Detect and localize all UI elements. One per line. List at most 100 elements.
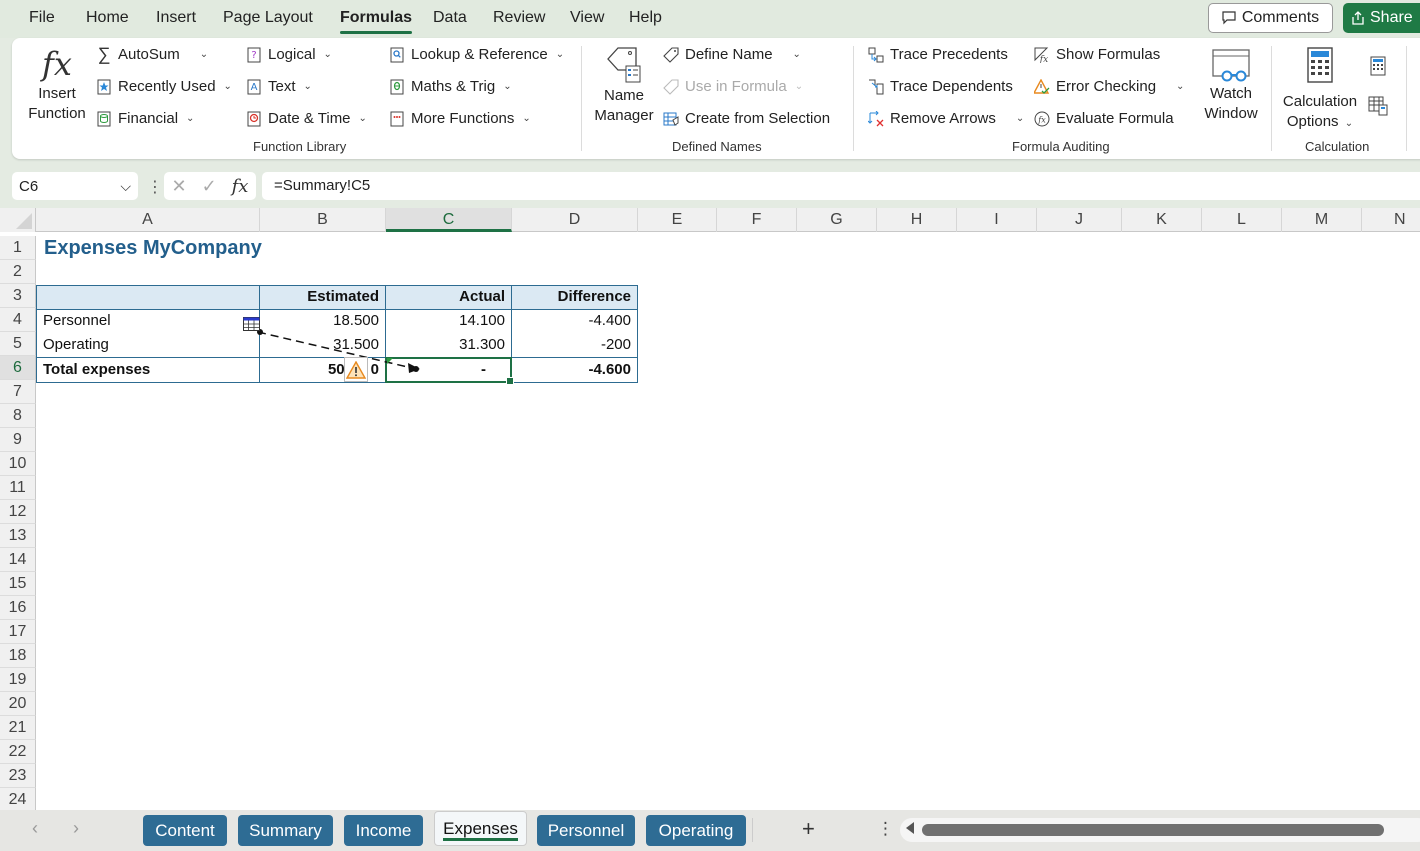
row-header[interactable]: 11 bbox=[0, 476, 36, 500]
sheet-tab-summary[interactable]: Summary bbox=[238, 815, 333, 846]
logical-button[interactable]: ? Logical ⌄ bbox=[246, 46, 332, 63]
date-time-button[interactable]: Date & Time ⌄ bbox=[246, 110, 367, 127]
add-sheet-button[interactable]: + bbox=[802, 816, 815, 842]
recently-used-label: Recently Used bbox=[118, 78, 216, 95]
row-header[interactable]: 10 bbox=[0, 452, 36, 476]
row-header[interactable]: 15 bbox=[0, 572, 36, 596]
maths-trig-button[interactable]: Maths & Trig ⌄ bbox=[389, 78, 512, 95]
define-name-button[interactable]: Define Name ⌄ bbox=[663, 46, 801, 63]
row-header[interactable]: 12 bbox=[0, 500, 36, 524]
row-header[interactable]: 22 bbox=[0, 740, 36, 764]
sheet-tab-personnel[interactable]: Personnel bbox=[537, 815, 635, 846]
trace-dependents-button[interactable]: Trace Dependents bbox=[868, 78, 1013, 95]
financial-button[interactable]: Financial ⌄ bbox=[96, 110, 194, 127]
row-header[interactable]: 9 bbox=[0, 428, 36, 452]
recently-used-button[interactable]: Recently Used ⌄ bbox=[96, 78, 232, 95]
book-logical-icon: ? bbox=[247, 47, 261, 62]
next-sheet-icon[interactable]: › bbox=[73, 818, 79, 839]
sheet-tab-operating[interactable]: Operating bbox=[646, 815, 746, 846]
text-button[interactable]: A Text ⌄ bbox=[246, 78, 312, 95]
calculator-icon bbox=[1307, 47, 1333, 83]
autosum-button[interactable]: ∑ AutoSum ⌄ bbox=[96, 44, 209, 64]
svg-text:A: A bbox=[251, 82, 258, 93]
menu-home[interactable]: Home bbox=[86, 9, 129, 27]
row-header[interactable]: 24 bbox=[0, 788, 36, 810]
watch-window-button[interactable]: Watch Window bbox=[1196, 48, 1266, 124]
name-manager-label-2: Manager bbox=[594, 107, 654, 124]
calculate-now-button[interactable] bbox=[1370, 56, 1386, 81]
use-in-formula-button[interactable]: Use in Formula ⌄ bbox=[663, 78, 803, 95]
share-button[interactable]: Share bbox=[1343, 3, 1420, 33]
row-header[interactable]: 16 bbox=[0, 596, 36, 620]
book-text-icon: A bbox=[247, 79, 261, 94]
column-header-h[interactable]: H bbox=[877, 208, 957, 232]
sheet-tab-content[interactable]: Content bbox=[143, 815, 227, 846]
menu-file[interactable]: File bbox=[29, 9, 55, 27]
lookup-reference-button[interactable]: Lookup & Reference ⌄ bbox=[389, 46, 564, 63]
menu-insert[interactable]: Insert bbox=[156, 9, 196, 27]
row-header[interactable]: 14 bbox=[0, 548, 36, 572]
menu-formulas[interactable]: Formulas bbox=[340, 9, 413, 34]
row-header[interactable]: 18 bbox=[0, 644, 36, 668]
trace-precedents-label: Trace Precedents bbox=[890, 46, 1008, 63]
use-in-formula-label: Use in Formula bbox=[685, 78, 787, 95]
column-header-g[interactable]: G bbox=[797, 208, 877, 232]
formula-bar-options-icon[interactable]: ⋮ bbox=[147, 177, 163, 197]
menu-review[interactable]: Review bbox=[493, 9, 545, 27]
row-header[interactable]: 21 bbox=[0, 716, 36, 740]
comments-button[interactable]: Comments bbox=[1208, 3, 1333, 33]
row-header[interactable]: 17 bbox=[0, 620, 36, 644]
trace-precedents-button[interactable]: Trace Precedents bbox=[868, 46, 1008, 63]
row-header[interactable]: 19 bbox=[0, 668, 36, 692]
menu-data[interactable]: Data bbox=[433, 9, 467, 27]
column-header-j[interactable]: J bbox=[1037, 208, 1122, 232]
autosum-label: AutoSum bbox=[118, 46, 180, 63]
column-header-k[interactable]: K bbox=[1122, 208, 1202, 232]
create-from-selection-button[interactable]: Create from Selection bbox=[663, 110, 830, 127]
menu-view[interactable]: View bbox=[570, 9, 604, 27]
row-header[interactable]: 20 bbox=[0, 692, 36, 716]
svg-text:fx: fx bbox=[1039, 55, 1048, 63]
show-formulas-button[interactable]: fx Show Formulas bbox=[1034, 46, 1160, 63]
name-manager-button[interactable]: Name Manager bbox=[592, 44, 656, 126]
error-checking-button[interactable]: Error Checking ⌄ bbox=[1034, 78, 1184, 95]
column-header-m[interactable]: M bbox=[1282, 208, 1362, 232]
worksheet-reference-icon[interactable] bbox=[243, 317, 260, 331]
cancel-icon[interactable]: ✕ bbox=[171, 176, 186, 197]
spreadsheet-grid[interactable]: A B C D E F G H I J K L M N 1 2 3 4 5 6 7 8 9 10 1… bbox=[0, 208, 1420, 810]
evaluate-formula-label: Evaluate Formula bbox=[1056, 110, 1174, 127]
insert-function-icon[interactable]: fx bbox=[232, 176, 249, 197]
financial-label: Financial bbox=[118, 110, 179, 127]
remove-arrows-button[interactable]: Remove Arrows ⌄ bbox=[868, 110, 1024, 127]
separator bbox=[581, 46, 582, 151]
row-header[interactable]: 13 bbox=[0, 524, 36, 548]
more-functions-button[interactable]: More Functions ⌄ bbox=[389, 110, 531, 127]
sheet-tab-income[interactable]: Income bbox=[344, 815, 423, 846]
previous-sheet-icon[interactable]: ‹ bbox=[32, 818, 38, 839]
name-box[interactable]: C6 ⌵ bbox=[12, 172, 138, 200]
column-header-n[interactable]: N bbox=[1362, 208, 1420, 232]
formula-input[interactable]: =Summary!C5 bbox=[262, 172, 1420, 200]
chevron-down-icon[interactable]: ⌵ bbox=[120, 178, 131, 195]
more-options-icon[interactable]: ⋮ bbox=[877, 819, 894, 839]
scroll-left-icon[interactable] bbox=[906, 822, 914, 834]
column-header-l[interactable]: L bbox=[1202, 208, 1282, 232]
error-warning-button[interactable] bbox=[344, 357, 368, 382]
confirm-icon[interactable]: ✓ bbox=[202, 176, 217, 197]
column-header-f[interactable]: F bbox=[717, 208, 797, 232]
menu-page-layout[interactable]: Page Layout bbox=[223, 9, 313, 27]
scrollbar-thumb[interactable] bbox=[922, 824, 1384, 836]
row-header[interactable]: 23 bbox=[0, 764, 36, 788]
name-tag-icon bbox=[607, 47, 641, 83]
share-label: Share bbox=[1370, 9, 1413, 26]
insert-function-button[interactable]: fx Insert Function bbox=[26, 44, 88, 124]
calculation-group-label: Calculation bbox=[1305, 139, 1370, 154]
column-header-i[interactable]: I bbox=[957, 208, 1037, 232]
maths-trig-label: Maths & Trig bbox=[411, 78, 496, 95]
calculation-options-button[interactable]: Calculation Options ⌄ bbox=[1278, 46, 1362, 134]
sheet-tab-expenses[interactable]: Expenses bbox=[434, 811, 527, 846]
menu-help[interactable]: Help bbox=[629, 9, 662, 27]
error-checking-icon bbox=[1034, 78, 1050, 94]
evaluate-formula-button[interactable]: fx Evaluate Formula bbox=[1034, 110, 1174, 127]
calculate-sheet-button[interactable] bbox=[1368, 96, 1388, 121]
